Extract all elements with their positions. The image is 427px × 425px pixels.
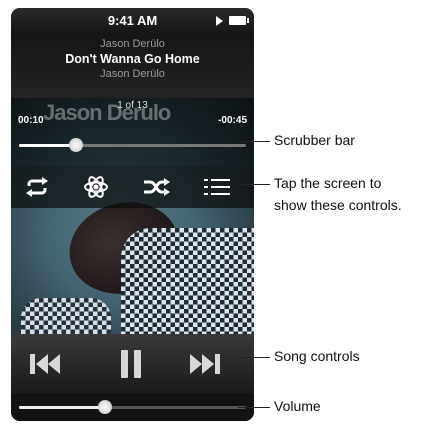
scrubber-bar[interactable] <box>19 138 246 152</box>
playback-options-row <box>11 166 254 208</box>
genius-atom-icon[interactable] <box>78 171 114 203</box>
elapsed-time: 00:10 <box>18 115 44 126</box>
volume-level <box>19 406 106 409</box>
volume-panel <box>11 394 254 421</box>
song-info: Jason Derülo Don't Wanna Go Home Jason D… <box>11 34 254 98</box>
song-controls-callout-line <box>238 357 270 358</box>
volume-handle[interactable] <box>98 400 113 414</box>
battery-icon <box>229 16 249 25</box>
song-title: Don't Wanna Go Home <box>65 52 200 66</box>
status-bar: 9:41 AM <box>11 8 254 34</box>
ipod-screen: 9:41 AM Jason Derülo Don't Wanna Go Home… <box>11 8 254 421</box>
controls-callout-line2: show these controls. <box>274 197 402 213</box>
scrubber-callout: Scrubber bar <box>274 132 355 148</box>
scrubber-callout-line <box>238 141 270 142</box>
artist-name: Jason Derülo <box>100 38 165 50</box>
artwork-shirt <box>121 228 254 338</box>
controls-callout-line <box>238 184 270 185</box>
previous-track-icon[interactable] <box>25 346 65 382</box>
song-controls <box>11 334 254 394</box>
album-name: Jason Derülo <box>100 68 165 80</box>
song-controls-callout: Song controls <box>274 348 360 364</box>
remaining-time: -00:45 <box>218 115 247 126</box>
controls-callout-line1: Tap the screen to <box>274 175 382 191</box>
scrubber-panel: Jason Derulo 1 of 13 00:10 -00:45 <box>11 98 254 166</box>
pause-icon[interactable] <box>111 346 151 382</box>
volume-callout-line <box>238 407 270 408</box>
repeat-icon[interactable] <box>19 171 55 203</box>
play-indicator-icon <box>216 16 223 26</box>
shuffle-icon[interactable] <box>139 171 175 203</box>
volume-slider[interactable] <box>19 400 246 414</box>
scrubber-handle[interactable] <box>68 138 83 152</box>
volume-callout: Volume <box>274 398 321 414</box>
track-count: 1 of 13 <box>117 100 148 111</box>
scrubber-progress <box>19 144 76 147</box>
next-track-icon[interactable] <box>185 346 225 382</box>
track-list-icon[interactable] <box>199 171 235 203</box>
